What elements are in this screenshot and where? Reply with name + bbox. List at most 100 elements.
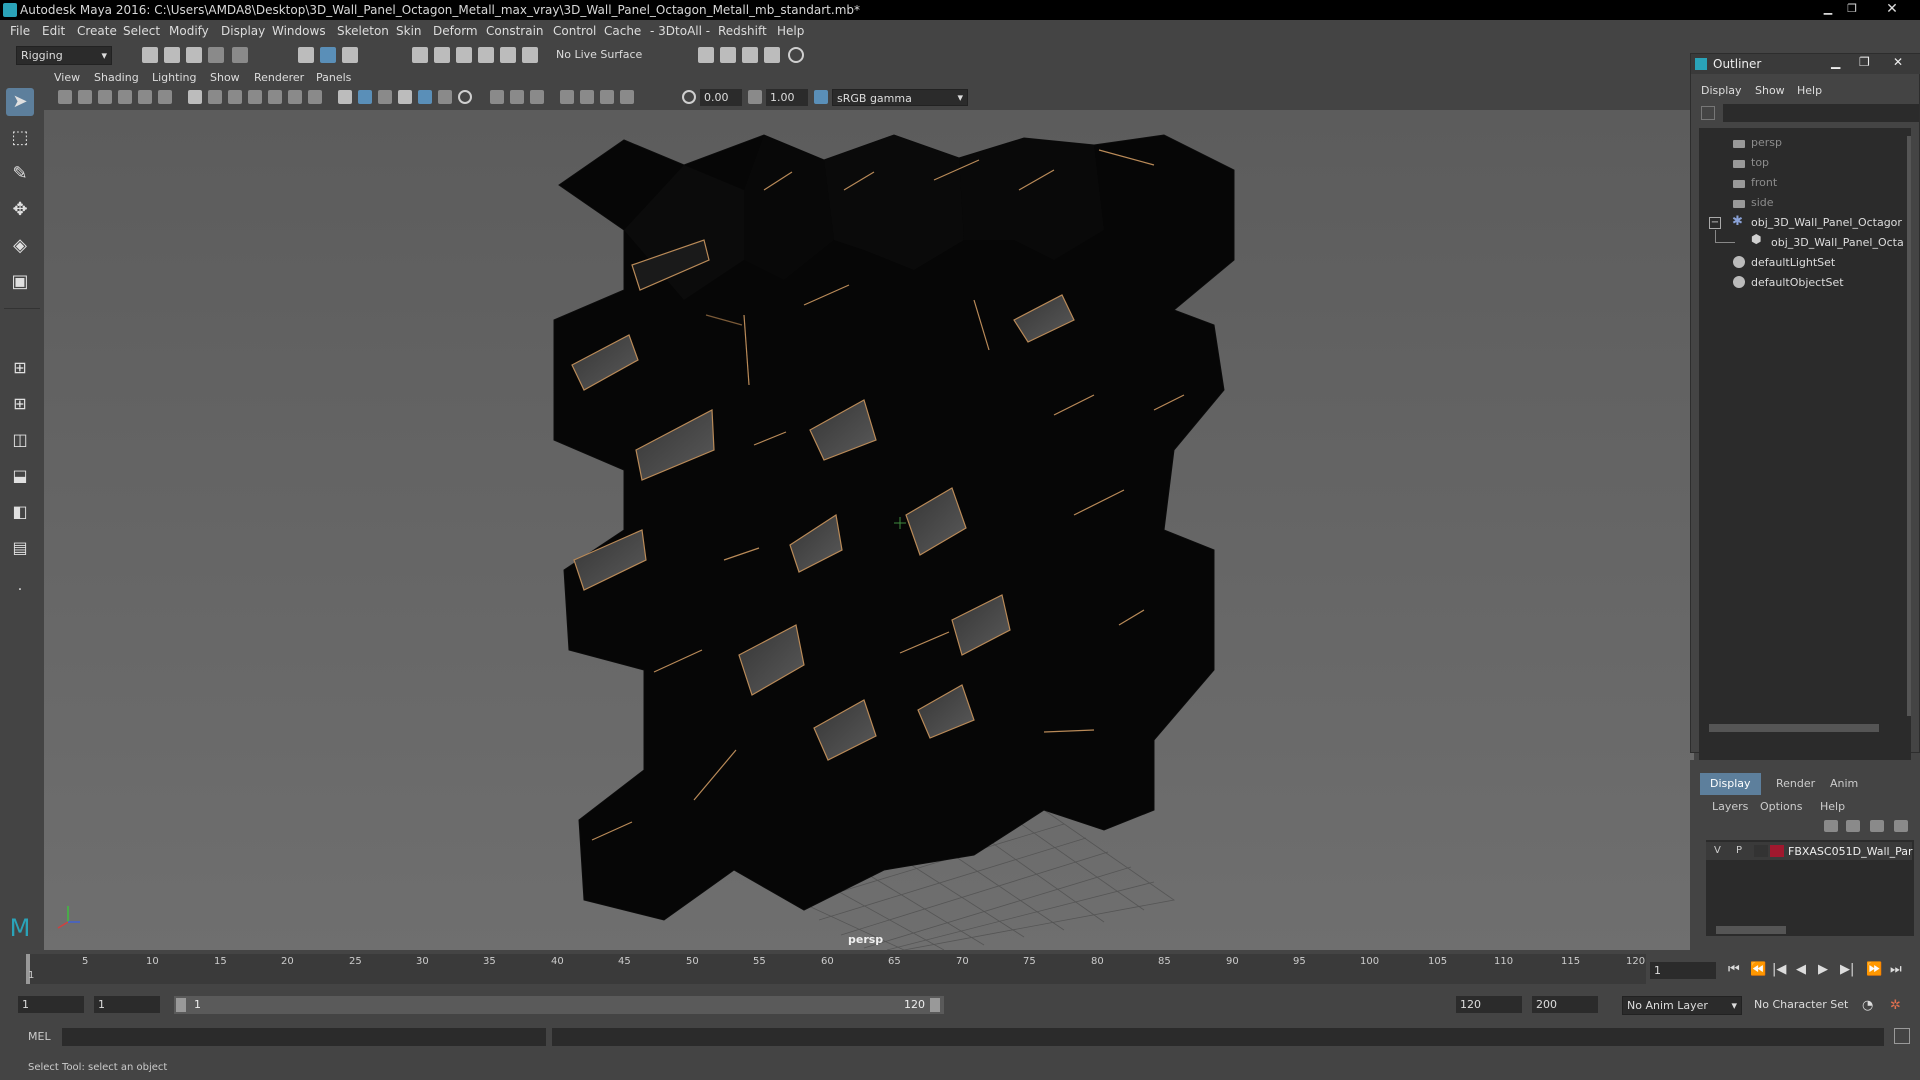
- render-settings-icon[interactable]: [698, 47, 714, 63]
- outliner-item-default-object-set[interactable]: defaultObjectSet: [1751, 276, 1844, 289]
- outliner-maximize-icon[interactable]: ❐: [1859, 55, 1870, 69]
- menu-windows[interactable]: Windows: [272, 24, 326, 38]
- menu-redshift[interactable]: Redshift: [718, 24, 767, 38]
- render-view-icon[interactable]: [764, 47, 780, 63]
- outliner-tree[interactable]: persp top front side − ✱ obj_3D_Wall_Pan…: [1699, 128, 1911, 780]
- filter-icon[interactable]: [1701, 106, 1715, 120]
- command-input[interactable]: [62, 1028, 546, 1046]
- rotate-tool[interactable]: ◈: [6, 232, 34, 260]
- layer-playback-toggle[interactable]: P: [1736, 845, 1742, 856]
- persp-outliner-layout[interactable]: ◫: [6, 426, 34, 454]
- scale-tool[interactable]: ▣: [6, 268, 34, 296]
- outliner-menu-display[interactable]: Display: [1701, 84, 1742, 97]
- animation-end-field[interactable]: 200: [1532, 996, 1598, 1013]
- bookmark-icon[interactable]: [98, 90, 112, 104]
- exposure-field[interactable]: 0.00: [700, 89, 742, 106]
- range-start-handle[interactable]: [176, 998, 186, 1012]
- anti-aliasing-icon[interactable]: [510, 90, 524, 104]
- layer-name[interactable]: FBXASC051D_Wall_Par: [1788, 845, 1913, 858]
- play-forward-icon[interactable]: ▶: [1818, 962, 1828, 977]
- grid-icon[interactable]: [188, 90, 202, 104]
- menu-create[interactable]: Create: [77, 24, 117, 38]
- character-set-dropdown[interactable]: No Character Set: [1750, 996, 1868, 1013]
- range-end-handle[interactable]: [930, 998, 940, 1012]
- gamma-field[interactable]: 1.00: [766, 89, 808, 106]
- outliner-persp-layout[interactable]: ◧: [6, 498, 34, 526]
- outliner-item-side[interactable]: side: [1751, 196, 1774, 209]
- panel-menu-show[interactable]: Show: [210, 71, 240, 84]
- select-object-icon[interactable]: [320, 47, 336, 63]
- isolate-select-icon[interactable]: [560, 90, 574, 104]
- wireframe-icon[interactable]: [338, 90, 352, 104]
- new-layer-icon[interactable]: [1870, 820, 1884, 832]
- move-tool[interactable]: ✥: [6, 196, 34, 224]
- resolution-gate-icon[interactable]: [228, 90, 242, 104]
- layers-menu-layers[interactable]: Layers: [1712, 800, 1748, 813]
- outliner-item-persp[interactable]: persp: [1751, 136, 1782, 149]
- save-scene-icon[interactable]: [186, 47, 202, 63]
- single-perspective-layout[interactable]: ⊞: [6, 354, 34, 382]
- ipr-render-icon[interactable]: [742, 47, 758, 63]
- snap-view-plane-icon[interactable]: [478, 47, 494, 63]
- menu-file[interactable]: File: [10, 24, 30, 38]
- persp-graph-layout[interactable]: ⬓: [6, 462, 34, 490]
- perspective-viewport[interactable]: persp: [44, 110, 1694, 950]
- outliner-minimize-icon[interactable]: ▁: [1831, 55, 1840, 69]
- go-to-end-icon[interactable]: ⏭: [1890, 962, 1902, 977]
- screen-space-ao-icon[interactable]: [458, 90, 472, 104]
- layers-menu-options[interactable]: Options: [1760, 800, 1802, 813]
- move-layer-up-icon[interactable]: [1824, 820, 1838, 832]
- film-gate-icon[interactable]: [208, 90, 222, 104]
- snap-vertex-icon[interactable]: [522, 47, 538, 63]
- time-slider[interactable]: 1 5 10 15 20 25 30 35 40 45 50 55 60 65 …: [0, 950, 1920, 988]
- hypershade-icon[interactable]: [788, 47, 804, 63]
- render-frame-icon[interactable]: [720, 47, 736, 63]
- move-layer-down-icon[interactable]: [1846, 820, 1860, 832]
- step-forward-key-icon[interactable]: ⏩: [1866, 962, 1882, 977]
- outliner-item-group[interactable]: obj_3D_Wall_Panel_Octagor: [1751, 216, 1902, 229]
- gate-mask-icon[interactable]: [248, 90, 262, 104]
- time-ruler[interactable]: 1 5 10 15 20 25 30 35 40 45 50 55 60 65 …: [26, 954, 1646, 984]
- collapse-icon[interactable]: −: [1709, 217, 1721, 229]
- live-surface-label[interactable]: No Live Surface: [556, 48, 642, 61]
- outliner-item-mesh[interactable]: obj_3D_Wall_Panel_Octa: [1771, 236, 1904, 249]
- outliner-item-front[interactable]: front: [1751, 176, 1777, 189]
- new-layer-selected-icon[interactable]: [1894, 820, 1908, 832]
- animation-preferences-icon[interactable]: ✲: [1890, 998, 1901, 1013]
- panel-menu-renderer[interactable]: Renderer: [254, 71, 304, 84]
- lasso-tool[interactable]: ⬚: [6, 124, 34, 152]
- select-camera-icon[interactable]: [58, 90, 72, 104]
- select-hierarchy-icon[interactable]: [298, 47, 314, 63]
- depth-of-field-icon[interactable]: [530, 90, 544, 104]
- safe-title-icon[interactable]: [308, 90, 322, 104]
- menu-set-dropdown[interactable]: Rigging ▾: [16, 46, 112, 65]
- minimize-icon[interactable]: ▁: [1818, 2, 1838, 16]
- undo-icon[interactable]: [208, 47, 224, 63]
- tab-render[interactable]: Render: [1766, 773, 1825, 795]
- tab-display[interactable]: Display: [1700, 773, 1761, 795]
- shadows-icon[interactable]: [438, 90, 452, 104]
- menu-select[interactable]: Select: [123, 24, 160, 38]
- 2d-pan-zoom-icon[interactable]: [138, 90, 152, 104]
- snap-grid-icon[interactable]: [412, 47, 428, 63]
- snap-point-icon[interactable]: [456, 47, 472, 63]
- script-editor-icon[interactable]: [1894, 1028, 1910, 1044]
- panel-menu-shading[interactable]: Shading: [94, 71, 139, 84]
- camera-attributes-icon[interactable]: [78, 90, 92, 104]
- outliner-close-icon[interactable]: ✕: [1893, 55, 1903, 69]
- new-scene-icon[interactable]: [142, 47, 158, 63]
- image-plane-icon[interactable]: [118, 90, 132, 104]
- open-scene-icon[interactable]: [164, 47, 180, 63]
- snap-curve-icon[interactable]: [434, 47, 450, 63]
- outliner-item-default-light-set[interactable]: defaultLightSet: [1751, 256, 1835, 269]
- menu-skeleton[interactable]: Skeleton: [337, 24, 389, 38]
- range-slider[interactable]: 1 120: [174, 996, 944, 1014]
- menu-edit[interactable]: Edit: [42, 24, 65, 38]
- menu-help[interactable]: Help: [777, 24, 804, 38]
- script-language-toggle[interactable]: MEL: [28, 1030, 51, 1043]
- close-icon[interactable]: ✕: [1872, 2, 1912, 16]
- select-component-icon[interactable]: [342, 47, 358, 63]
- menu-control[interactable]: Control: [553, 24, 596, 38]
- textured-icon[interactable]: [398, 90, 412, 104]
- step-forward-frame-icon[interactable]: ▶|: [1840, 962, 1854, 977]
